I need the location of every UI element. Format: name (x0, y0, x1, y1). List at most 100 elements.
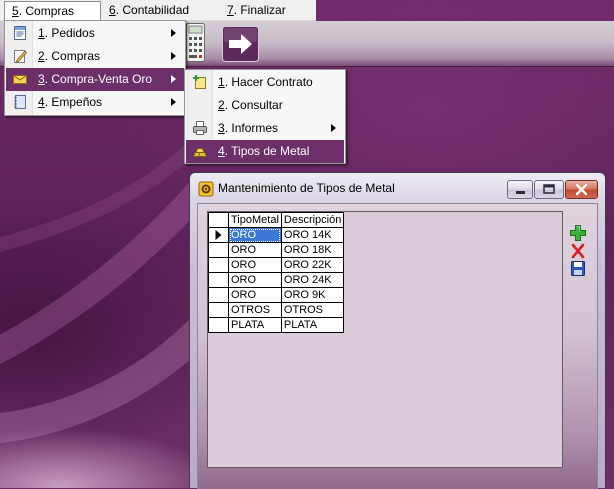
menu-item-compra-venta-oro[interactable]: 3. Compra-Venta Oro (6, 68, 184, 91)
menu-item-hacer-contrato[interactable]: 1. Hacer Contrato (186, 71, 344, 94)
cell-tipometal[interactable]: PLATA (228, 317, 282, 333)
menu-item-mnemonic: 3 (38, 72, 45, 86)
delete-record-button[interactable] (571, 243, 585, 259)
table-row[interactable]: ORO ORO 24K (208, 272, 345, 288)
gold-bars-icon (192, 143, 208, 159)
table-row[interactable]: OTROS OTROS (208, 302, 345, 318)
menu-item-mnemonic: 2 (38, 49, 45, 63)
cell-descripcion[interactable]: ORO 9K (280, 287, 345, 303)
cell-tipometal[interactable]: ORO (228, 257, 282, 273)
grid-header-row: TipoMetal Descripción (208, 212, 345, 228)
save-record-button[interactable] (571, 261, 585, 276)
gear-icon (198, 181, 214, 197)
save-floppy-icon (571, 261, 585, 276)
cell-tipometal[interactable]: ORO (228, 287, 282, 303)
menu-item-mnemonic: 1 (218, 75, 225, 89)
menu-item-label: 2. Consultar (218, 94, 283, 117)
row-selector[interactable] (208, 317, 229, 333)
delete-x-icon (571, 243, 585, 259)
grid-panel: TipoMetal Descripción ORO ORO 14K ORO OR… (207, 211, 563, 468)
menubar-item-label: . Finalizar (233, 3, 286, 17)
table-row[interactable]: ORO ORO 9K (208, 287, 345, 303)
menu-item-empenos[interactable]: 4. Empeños (6, 91, 184, 114)
cell-descripcion[interactable]: OTROS (280, 302, 345, 318)
cell-descripcion[interactable]: PLATA (280, 317, 345, 333)
menu-item-tipos-de-metal[interactable]: 4. Tipos de Metal (186, 140, 344, 163)
row-selector[interactable] (208, 227, 229, 243)
menu-item-mnemonic: 1 (38, 26, 45, 40)
menu-item-text: . Hacer Contrato (224, 75, 313, 89)
submenu-arrow-icon (331, 124, 336, 132)
menu-item-text: . Compra-Venta Oro (44, 72, 153, 86)
submenu-arrow-icon (171, 29, 176, 37)
cell-tipometal[interactable]: OTROS (228, 302, 282, 318)
menu-item-compras[interactable]: 2. Compras (6, 45, 184, 68)
cell-descripcion[interactable]: ORO 18K (280, 242, 345, 258)
close-icon (575, 183, 588, 196)
row-selector[interactable] (208, 287, 229, 303)
menu-item-consultar[interactable]: 2. Consultar (186, 94, 344, 117)
add-record-button[interactable] (569, 224, 587, 242)
row-selector-header (208, 212, 229, 228)
submenu-arrow-icon (171, 98, 176, 106)
menu-item-text: . Compras (44, 49, 101, 63)
calculator-button[interactable] (186, 23, 205, 62)
table-row[interactable]: ORO ORO 18K (208, 242, 345, 258)
table-row[interactable]: PLATA PLATA (208, 317, 345, 333)
menu-item-pedidos[interactable]: 1. Pedidos (6, 22, 184, 45)
maximize-button[interactable] (534, 180, 564, 199)
menu-item-label: 4. Empeños (38, 91, 102, 114)
arrow-right-icon (222, 26, 259, 62)
menu-item-informes[interactable]: 3. Informes (186, 117, 344, 140)
menu-item-mnemonic: 2 (218, 98, 225, 112)
submenu-arrow-icon (171, 75, 176, 83)
edit-pencil-icon (12, 48, 28, 64)
row-selector[interactable] (208, 302, 229, 318)
new-contract-icon (192, 74, 208, 90)
next-arrow-button[interactable] (222, 26, 259, 62)
menubar-item-mnemonic: 5 (12, 4, 19, 18)
menubar-item-mnemonic: 6 (109, 3, 116, 17)
cell-tipometal[interactable]: ORO (228, 227, 282, 243)
menu-item-text: . Consultar (224, 98, 283, 112)
cell-tipometal[interactable]: ORO (228, 272, 282, 288)
menubar-item-mnemonic: 7 (227, 3, 234, 17)
row-selector[interactable] (208, 242, 229, 258)
menu-item-label: 1. Hacer Contrato (218, 71, 313, 94)
close-button[interactable] (565, 180, 598, 199)
menubar-item-contabilidad[interactable]: 6. Contabilidad (102, 1, 196, 21)
menu-item-mnemonic: 4 (38, 95, 45, 109)
menu-item-mnemonic: 3 (218, 121, 225, 135)
menubar-item-label: . Contabilidad (115, 3, 190, 17)
column-header-tipometal[interactable]: TipoMetal (228, 212, 282, 228)
minimize-icon (516, 191, 525, 194)
menu-item-label: 3. Compra-Venta Oro (38, 68, 152, 91)
window-title: Mantenimiento de Tipos de Metal (218, 181, 395, 195)
metal-types-grid[interactable]: TipoMetal Descripción ORO ORO 14K ORO OR… (208, 212, 345, 333)
table-row[interactable]: ORO ORO 14K (208, 227, 345, 243)
minimize-button[interactable] (507, 180, 533, 199)
menubar-item-finalizar[interactable]: 7. Finalizar (220, 1, 293, 21)
menu-item-label: 4. Tipos de Metal (218, 140, 309, 163)
cell-tipometal[interactable]: ORO (228, 242, 282, 258)
menubar-item-compras[interactable]: 5. Compras (4, 1, 101, 21)
menu-item-text: . Pedidos (44, 26, 95, 40)
compras-dropdown-menu: 1. Pedidos 2. Compras 3. Compra-Venta Or… (4, 20, 186, 116)
menu-item-text: . Empeños (44, 95, 103, 109)
column-header-descripcion[interactable]: Descripción (280, 212, 345, 228)
row-selector[interactable] (208, 257, 229, 273)
row-selector[interactable] (208, 272, 229, 288)
menu-item-mnemonic: 4 (218, 144, 225, 158)
cell-descripcion[interactable]: ORO 24K (280, 272, 345, 288)
menu-item-text: . Tipos de Metal (224, 144, 310, 158)
table-row[interactable]: ORO ORO 22K (208, 257, 345, 273)
cell-descripcion[interactable]: ORO 14K (280, 227, 345, 243)
menubar-item-label: . Compras (18, 4, 75, 18)
notebook-icon (12, 94, 28, 110)
plus-icon (570, 225, 586, 241)
menu-bar: 5. Compras 6. Contabilidad 7. Finalizar (0, 0, 316, 21)
gold-envelope-icon (12, 71, 28, 87)
cell-descripcion[interactable]: ORO 22K (280, 257, 345, 273)
submenu-arrow-icon (171, 52, 176, 60)
compra-venta-oro-submenu: 1. Hacer Contrato 2. Consultar 3. Inform… (184, 69, 346, 164)
